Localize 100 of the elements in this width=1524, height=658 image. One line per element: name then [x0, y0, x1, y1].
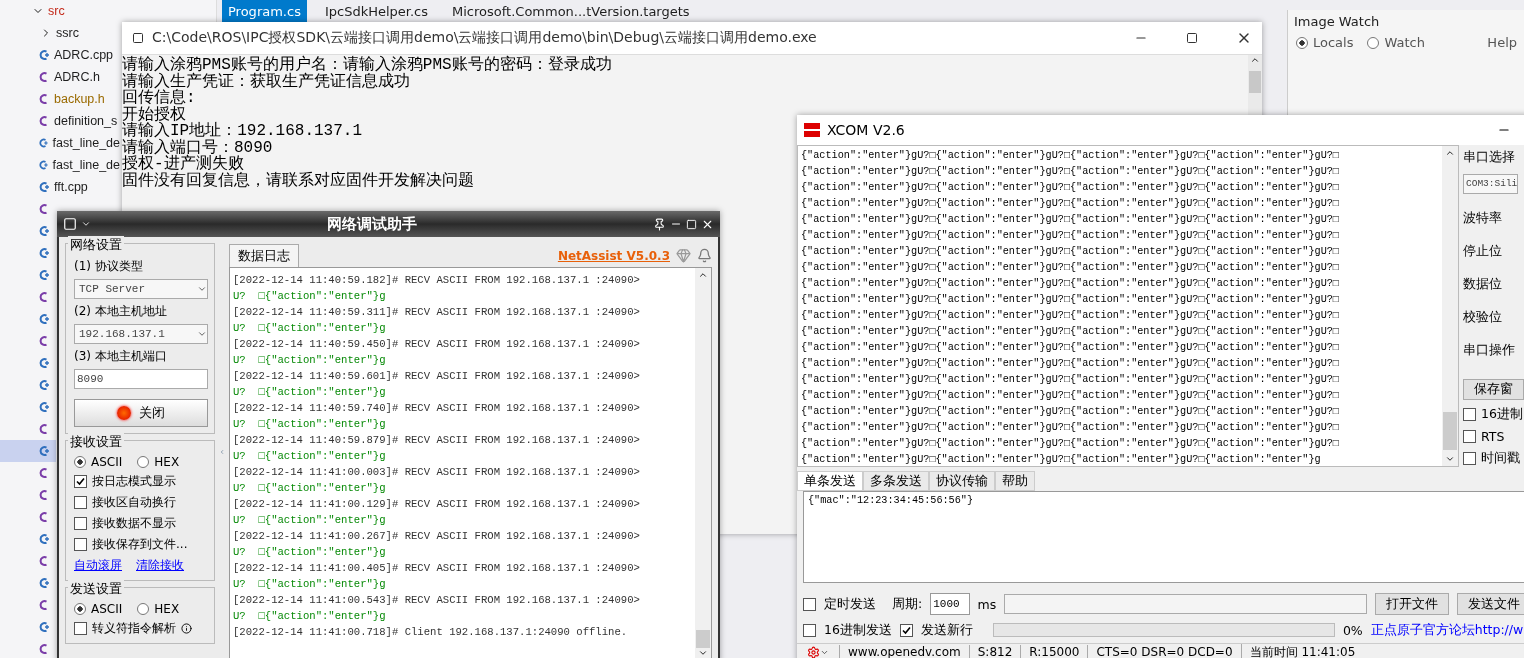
- header-file-icon: [38, 93, 50, 105]
- log-line: [2022-12-14 11:40:59.740]# RECV ASCII FROM 192.168.137.1 :24090>: [233, 401, 640, 416]
- log-line: [2022-12-14 11:41:00.543]# RECV ASCII FROM 192.168.137.1 :24090>: [233, 593, 640, 608]
- tree-item[interactable]: fast_line_de: [0, 154, 120, 176]
- checkbox-label: 16进制: [1481, 406, 1523, 423]
- scroll-down-icon[interactable]: [1445, 454, 1455, 464]
- cpp-file-icon: [38, 445, 50, 457]
- scroll-up-icon[interactable]: [1445, 148, 1455, 158]
- radio-option[interactable]: HEX: [137, 455, 180, 469]
- send-tab[interactable]: 多条发送: [863, 471, 929, 491]
- header-file-icon: [38, 335, 50, 347]
- checkbox[interactable]: [74, 538, 87, 551]
- scroll-thumb[interactable]: [1249, 71, 1261, 93]
- help-link[interactable]: Help: [1487, 35, 1517, 50]
- received-line: {"action":"enter"}gU?□{"action":"enter"}gU?□{"action":"enter"}gU?□{"action":"enter"}gU?□: [801, 165, 1339, 179]
- send-file-button[interactable]: 发送文件: [1457, 593, 1524, 615]
- received-line: {"action":"enter"}gU?□{"action":"enter"}gU?□{"action":"enter"}gU?□{"action":"enter"}gU?□: [801, 405, 1339, 419]
- checkbox[interactable]: [899, 623, 913, 637]
- tree-item[interactable]: ssrc: [0, 22, 120, 44]
- status-text: S:812: [968, 645, 1021, 658]
- protocol-select[interactable]: TCP Server: [74, 279, 208, 299]
- send-text-field[interactable]: {"mac":"12:23:34:45:56:56"}: [803, 491, 1524, 583]
- file-path-field[interactable]: [1004, 594, 1367, 614]
- forum-link[interactable]: 正点原子官方论坛http://w: [1370, 621, 1524, 639]
- progress-reading: 0%: [1342, 622, 1363, 638]
- radio-option[interactable]: HEX: [137, 602, 180, 616]
- checkbox[interactable]: [74, 496, 87, 509]
- tree-item[interactable]: [0, 440, 56, 462]
- header-file-icon: [38, 423, 50, 435]
- log-line: U? □{"action":"enter"}g: [233, 321, 386, 336]
- info-icon[interactable]: [181, 623, 192, 634]
- radio-option[interactable]: ASCII: [74, 455, 123, 469]
- link[interactable]: 自动滚屏: [74, 557, 122, 574]
- send-tab[interactable]: 单条发送: [797, 471, 863, 491]
- scroll-down-icon[interactable]: [698, 648, 708, 658]
- checkbox[interactable]: [74, 517, 87, 530]
- lamp-icon: [117, 406, 131, 420]
- scroll-thumb[interactable]: [696, 630, 710, 648]
- close-connection-button[interactable]: 关闭: [74, 399, 208, 427]
- checkbox[interactable]: [803, 597, 816, 611]
- port-select[interactable]: COM3:Sili: [1463, 174, 1519, 194]
- checkbox[interactable]: [74, 622, 87, 635]
- send-tab[interactable]: 帮助: [995, 471, 1035, 491]
- log-line: [2022-12-14 11:41:00.129]# RECV ASCII FROM 192.168.137.1 :24090>: [233, 497, 640, 512]
- checkbox[interactable]: [1463, 430, 1476, 443]
- scroll-up-icon[interactable]: [1250, 55, 1260, 65]
- header-file-icon: [38, 291, 50, 303]
- tree-item[interactable]: fast_line_de: [0, 132, 120, 154]
- host-select[interactable]: 192.168.137.1: [74, 324, 208, 344]
- link[interactable]: 清除接收: [136, 557, 184, 574]
- scroll-up-icon[interactable]: [698, 270, 708, 280]
- tree-item[interactable]: fft.cpp: [0, 176, 120, 198]
- caret-icon[interactable]: [81, 219, 91, 229]
- diamond-icon[interactable]: [676, 248, 691, 263]
- checkbox-label: 定时发送: [824, 595, 876, 613]
- checkbox[interactable]: [74, 475, 87, 488]
- cpp-file-icon: [38, 247, 50, 259]
- tree-item[interactable]: backup.h: [0, 88, 120, 110]
- editor-tab[interactable]: Program.cs: [222, 0, 307, 22]
- received-line: {"action":"enter"}gU?□{"action":"enter"}gU?□{"action":"enter"}gU?□{"action":"enter"}gU?□: [801, 277, 1339, 291]
- log-line: U? □{"action":"enter"}g: [233, 577, 386, 592]
- checkbox[interactable]: [1463, 408, 1476, 421]
- maximize-icon[interactable]: [1186, 32, 1198, 44]
- header-file-icon: [38, 115, 50, 127]
- received-line: {"action":"enter"}gU?□{"action":"enter"}gU?□{"action":"enter"}gU?□{"action":"enter"}gU?□: [801, 261, 1339, 275]
- radio-option[interactable]: Watch: [1367, 35, 1425, 50]
- tree-item[interactable]: src: [0, 0, 120, 22]
- console-line: 回传信息:: [122, 90, 196, 107]
- header-file-icon: [38, 599, 50, 611]
- console-line: 开始授权: [122, 106, 186, 123]
- radio-option[interactable]: Locals: [1296, 35, 1354, 50]
- scroll-thumb[interactable]: [1443, 412, 1457, 450]
- radio-option[interactable]: ASCII: [74, 602, 123, 616]
- checkbox-label: 按日志模式显示: [92, 473, 176, 490]
- field-label: 串口选择: [1463, 149, 1516, 166]
- log-tab[interactable]: 数据日志: [229, 244, 299, 267]
- cpp-file-icon: [38, 137, 49, 149]
- header-file-icon: [38, 203, 50, 215]
- checkbox[interactable]: [1463, 452, 1476, 465]
- pin-icon[interactable]: [653, 217, 666, 231]
- tree-item[interactable]: definition_s: [0, 110, 120, 132]
- period-field[interactable]: 1000: [930, 593, 970, 615]
- bell-icon[interactable]: [697, 248, 712, 263]
- group-title: 网络设置: [68, 236, 124, 254]
- app-icon: [63, 217, 77, 231]
- tree-item[interactable]: ADRC.h: [0, 66, 120, 88]
- received-line: {"action":"enter"}gU?□{"action":"enter"}gU?□{"action":"enter"}gU?□{"action":"enter"}gU?□: [801, 245, 1339, 259]
- open-file-button[interactable]: 打开文件: [1375, 593, 1449, 615]
- log-line: [2022-12-14 11:40:59.879]# RECV ASCII FROM 192.168.137.1 :24090>: [233, 433, 640, 448]
- log-line: U? □{"action":"enter"}g: [233, 417, 386, 432]
- editor-tab[interactable]: Microsoft.Common...tVersion.targets: [446, 0, 696, 22]
- console-line: 请输入生产凭证：获取生产凭证信息成功: [122, 73, 410, 90]
- checkbox[interactable]: [803, 623, 816, 637]
- received-line: {"action":"enter"}gU?□{"action":"enter"}gU?□{"action":"enter"}gU?□{"action":"enter"}gU?□: [801, 325, 1339, 339]
- send-tab[interactable]: 协议传输: [929, 471, 995, 491]
- editor-tab[interactable]: IpcSdkHelper.cs: [318, 0, 434, 22]
- port-field[interactable]: 8090: [74, 369, 208, 389]
- tree-item[interactable]: ADRC.cpp: [0, 44, 120, 66]
- caret-icon: [197, 284, 207, 294]
- save-button[interactable]: 保存窗: [1463, 378, 1524, 400]
